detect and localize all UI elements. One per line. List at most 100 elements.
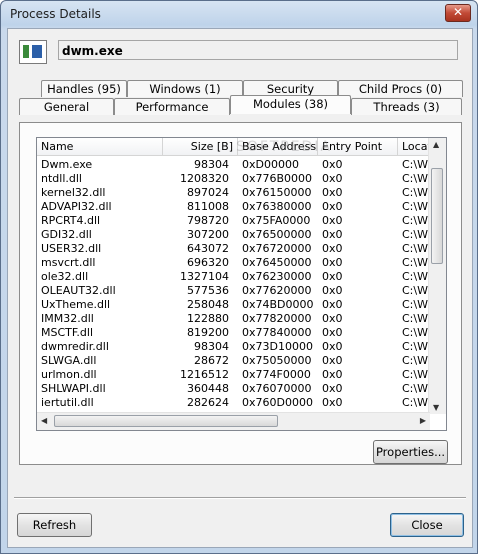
separator xyxy=(14,497,466,499)
table-row[interactable]: IMM32.dll 122880 0x77820000 0x0 C:\Wi xyxy=(37,312,431,326)
table-cell: urlmon.dll xyxy=(41,368,97,381)
table-cell: 307200 xyxy=(187,228,229,241)
table-row[interactable]: MSCTF.dll 819200 0x77840000 0x0 C:\Wi xyxy=(37,326,431,340)
table-cell: ole32.dll xyxy=(41,270,89,283)
scroll-left-icon[interactable]: ◀ xyxy=(41,416,47,425)
table-row[interactable]: USER32.dll 643072 0x76720000 0x0 C:\Wi xyxy=(37,242,431,256)
table-cell: USER32.dll xyxy=(41,242,102,255)
table-cell: 258048 xyxy=(187,298,229,311)
table-cell: 0x77840000 xyxy=(242,326,312,339)
table-cell: 0x774F0000 xyxy=(242,368,311,381)
table-row[interactable]: GDI32.dll 307200 0x76500000 0x0 C:\Wi xyxy=(37,228,431,242)
tab-handles[interactable]: Handles (95) xyxy=(41,80,127,97)
table-cell: Dwm.exe xyxy=(41,158,93,171)
process-details-window: Process Details ✕ dwm.exe Handles (95) W… xyxy=(0,0,478,554)
table-row[interactable]: msvcrt.dll 696320 0x76450000 0x0 C:\Wi xyxy=(37,256,431,270)
table-cell: 0x0 xyxy=(322,368,343,381)
table-cell: SHLWAPI.dll xyxy=(41,382,106,395)
table-cell: 819200 xyxy=(187,326,229,339)
table-cell: 0x0 xyxy=(322,298,343,311)
table-row[interactable]: ADVAPI32.dll 811008 0x76380000 0x0 C:\Wi xyxy=(37,200,431,214)
table-cell: 0x0 xyxy=(322,312,343,325)
table-cell: 0x0 xyxy=(322,158,343,171)
table-cell: 0x0 xyxy=(322,396,343,409)
properties-button[interactable]: Properties... xyxy=(373,440,448,464)
table-cell: MSCTF.dll xyxy=(41,326,94,339)
table-cell: SLWGA.dll xyxy=(41,354,97,367)
close-button[interactable]: Close xyxy=(390,513,464,537)
tab-threads[interactable]: Threads (3) xyxy=(351,98,462,115)
modules-list[interactable]: Name Size [B] Base Address Entry Point L… xyxy=(36,137,447,431)
table-cell: 98304 xyxy=(194,340,229,353)
table-row[interactable]: OLEAUT32.dll 577536 0x77620000 0x0 C:\Wi xyxy=(37,284,431,298)
table-cell: 0x75FA0000 xyxy=(242,214,311,227)
table-cell: 643072 xyxy=(187,242,229,255)
column-header-name[interactable]: Name xyxy=(37,138,163,156)
table-row[interactable]: Dwm.exe 98304 0xD00000 0x0 C:\Wi xyxy=(37,158,431,172)
table-row[interactable]: kernel32.dll 897024 0x76150000 0x0 C:\Wi xyxy=(37,186,431,200)
tab-modules[interactable]: Modules (38) xyxy=(230,95,351,114)
table-cell: 0x0 xyxy=(322,228,343,241)
table-cell: 897024 xyxy=(187,186,229,199)
table-cell: iertutil.dll xyxy=(41,396,94,409)
table-cell: ntdll.dll xyxy=(41,172,82,185)
table-cell: 0x75050000 xyxy=(242,354,312,367)
table-cell: 0x77820000 xyxy=(242,312,312,325)
table-cell: 0x76070000 xyxy=(242,382,312,395)
table-cell: 0x74BD0000 xyxy=(242,298,314,311)
table-row[interactable]: ntdll.dll 1208320 0x776B0000 0x0 C:\Wi xyxy=(37,172,431,186)
table-cell: 1216512 xyxy=(180,368,229,381)
table-row[interactable]: ole32.dll 1327104 0x76230000 0x0 C:\Wi xyxy=(37,270,431,284)
table-row[interactable]: UxTheme.dll 258048 0x74BD0000 0x0 C:\Wi xyxy=(37,298,431,312)
table-cell: 282624 xyxy=(187,396,229,409)
column-header-size[interactable]: Size [B] xyxy=(163,138,238,156)
table-cell: 0x76230000 xyxy=(242,270,312,283)
process-name-field: dwm.exe xyxy=(58,40,458,60)
table-cell: ADVAPI32.dll xyxy=(41,200,112,213)
table-cell: IMM32.dll xyxy=(41,312,94,325)
modules-tab-panel: Name Size [B] Base Address Entry Point L… xyxy=(19,122,462,465)
table-cell: 0x0 xyxy=(322,256,343,269)
table-cell: 1327104 xyxy=(180,270,229,283)
table-cell: 696320 xyxy=(187,256,229,269)
horizontal-scroll-thumb[interactable] xyxy=(54,415,278,427)
table-cell: 0x0 xyxy=(322,284,343,297)
table-row[interactable]: dwmredir.dll 98304 0x73D10000 0x0 C:\Wi xyxy=(37,340,431,354)
refresh-button[interactable]: Refresh xyxy=(17,513,92,537)
table-cell: 0x77620000 xyxy=(242,284,312,297)
vertical-scrollbar[interactable]: ▲ ▼ xyxy=(428,138,446,414)
table-cell: 0x76150000 xyxy=(242,186,312,199)
table-cell: 0x0 xyxy=(322,270,343,283)
table-row[interactable]: urlmon.dll 1216512 0x774F0000 0x0 C:\Wi xyxy=(37,368,431,382)
table-row[interactable]: RPCRT4.dll 798720 0x75FA0000 0x0 C:\Wi xyxy=(37,214,431,228)
window-title: Process Details xyxy=(10,7,101,21)
table-cell: 360448 xyxy=(187,382,229,395)
table-row[interactable]: iertutil.dll 282624 0x760D0000 0x0 C:\Wi xyxy=(37,396,431,410)
horizontal-scrollbar[interactable]: ◀ ▶ xyxy=(37,412,430,430)
table-row[interactable]: SLWGA.dll 28672 0x75050000 0x0 C:\Wi xyxy=(37,354,431,368)
application-window-icon xyxy=(19,40,47,64)
scroll-down-icon[interactable]: ▼ xyxy=(433,403,439,412)
table-cell: dwmredir.dll xyxy=(41,340,109,353)
vertical-scroll-thumb[interactable] xyxy=(431,168,443,264)
table-cell: 0x0 xyxy=(322,340,343,353)
title-bar[interactable]: Process Details ✕ xyxy=(1,1,477,27)
tab-windows[interactable]: Windows (1) xyxy=(127,80,243,97)
scroll-up-icon[interactable]: ▲ xyxy=(433,140,439,149)
tab-general[interactable]: General xyxy=(19,98,114,115)
table-cell: 0x0 xyxy=(322,214,343,227)
table-row[interactable]: SHLWAPI.dll 360448 0x76070000 0x0 C:\Wi xyxy=(37,382,431,396)
table-cell: 811008 xyxy=(187,200,229,213)
close-icon[interactable]: ✕ xyxy=(445,4,471,22)
table-cell: 0x776B0000 xyxy=(242,172,313,185)
tab-child-procs[interactable]: Child Procs (0) xyxy=(338,80,463,97)
table-cell: GDI32.dll xyxy=(41,228,92,241)
table-cell: 0x76720000 xyxy=(242,242,312,255)
scroll-right-icon[interactable]: ▶ xyxy=(420,416,426,425)
table-cell: 0x0 xyxy=(322,326,343,339)
tab-performance[interactable]: Performance xyxy=(114,98,230,115)
table-cell: 98304 xyxy=(194,158,229,171)
table-cell: 0x0 xyxy=(322,354,343,367)
table-cell: 0x760D0000 xyxy=(242,396,313,409)
table-cell: 122880 xyxy=(187,312,229,325)
